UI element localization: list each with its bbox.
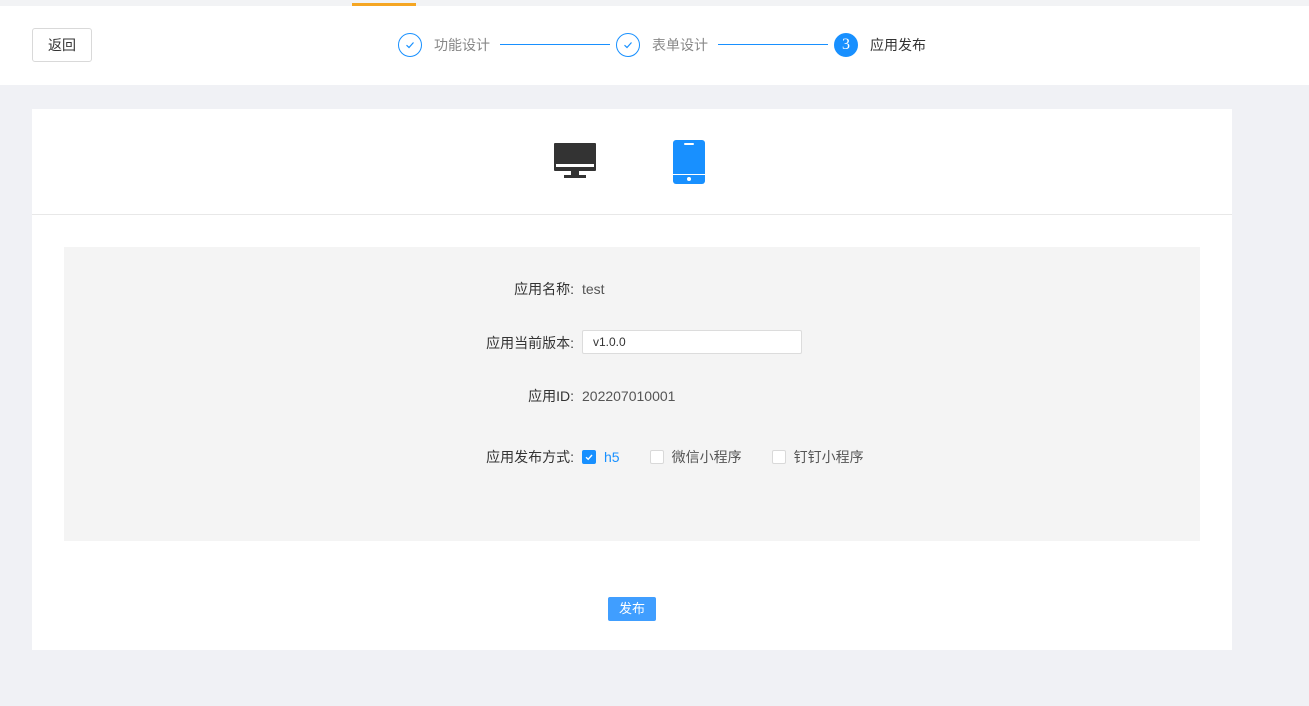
app-id-row: 应用ID: 202207010001 bbox=[64, 384, 1200, 408]
step-form-design[interactable]: 表单设计 bbox=[616, 33, 708, 57]
publish-form: 应用名称: test 应用当前版本: 应用ID: 202207010001 应用… bbox=[64, 247, 1200, 541]
version-input[interactable] bbox=[582, 330, 802, 354]
app-id-label: 应用ID: bbox=[528, 388, 574, 404]
step-label: 表单设计 bbox=[652, 37, 708, 53]
version-row: 应用当前版本: bbox=[64, 330, 1200, 355]
checkbox-wechat-miniprogram[interactable]: 微信小程序 bbox=[649, 447, 742, 467]
monitor-icon[interactable] bbox=[554, 143, 596, 181]
step-function-design[interactable]: 功能设计 bbox=[398, 33, 490, 57]
checkbox-h5[interactable]: h5 bbox=[582, 449, 620, 465]
app-name-value: test bbox=[582, 281, 605, 297]
header: 返回 功能设计 表单设计 3 应用发布 bbox=[0, 6, 1309, 85]
checkbox-dingtalk-miniprogram[interactable]: 钉钉小程序 bbox=[771, 447, 864, 467]
step-label: 应用发布 bbox=[870, 37, 926, 53]
app-name-label: 应用名称: bbox=[514, 281, 574, 297]
app-id-value: 202207010001 bbox=[582, 388, 676, 404]
device-switcher bbox=[32, 109, 1232, 215]
check-icon bbox=[616, 33, 640, 57]
checkbox-label: 钉钉小程序 bbox=[793, 449, 864, 465]
publish-mode-row: 应用发布方式: h5 微信小程序 钉钉小程序 bbox=[64, 445, 1200, 469]
back-button[interactable]: 返回 bbox=[32, 28, 92, 62]
publish-button[interactable]: 发布 bbox=[608, 597, 656, 621]
step-connector bbox=[500, 44, 610, 45]
checkbox-checked-icon[interactable] bbox=[582, 450, 596, 464]
step-app-publish[interactable]: 3 应用发布 bbox=[834, 33, 926, 57]
publish-mode-group: h5 微信小程序 钉钉小程序 bbox=[582, 445, 894, 469]
version-label: 应用当前版本: bbox=[486, 335, 574, 351]
step-label: 功能设计 bbox=[434, 37, 490, 53]
publish-mode-label: 应用发布方式: bbox=[486, 449, 574, 465]
check-icon bbox=[398, 33, 422, 57]
phone-icon[interactable] bbox=[673, 140, 705, 184]
checkbox-label: 微信小程序 bbox=[671, 449, 742, 465]
checkbox-unchecked-icon[interactable] bbox=[771, 450, 786, 464]
step-connector bbox=[718, 44, 828, 45]
checkbox-label: h5 bbox=[604, 449, 620, 465]
step-number-badge: 3 bbox=[834, 33, 858, 57]
app-name-row: 应用名称: test bbox=[64, 277, 1200, 301]
publish-card: 应用名称: test 应用当前版本: 应用ID: 202207010001 应用… bbox=[32, 109, 1232, 650]
checkbox-unchecked-icon[interactable] bbox=[649, 450, 664, 464]
